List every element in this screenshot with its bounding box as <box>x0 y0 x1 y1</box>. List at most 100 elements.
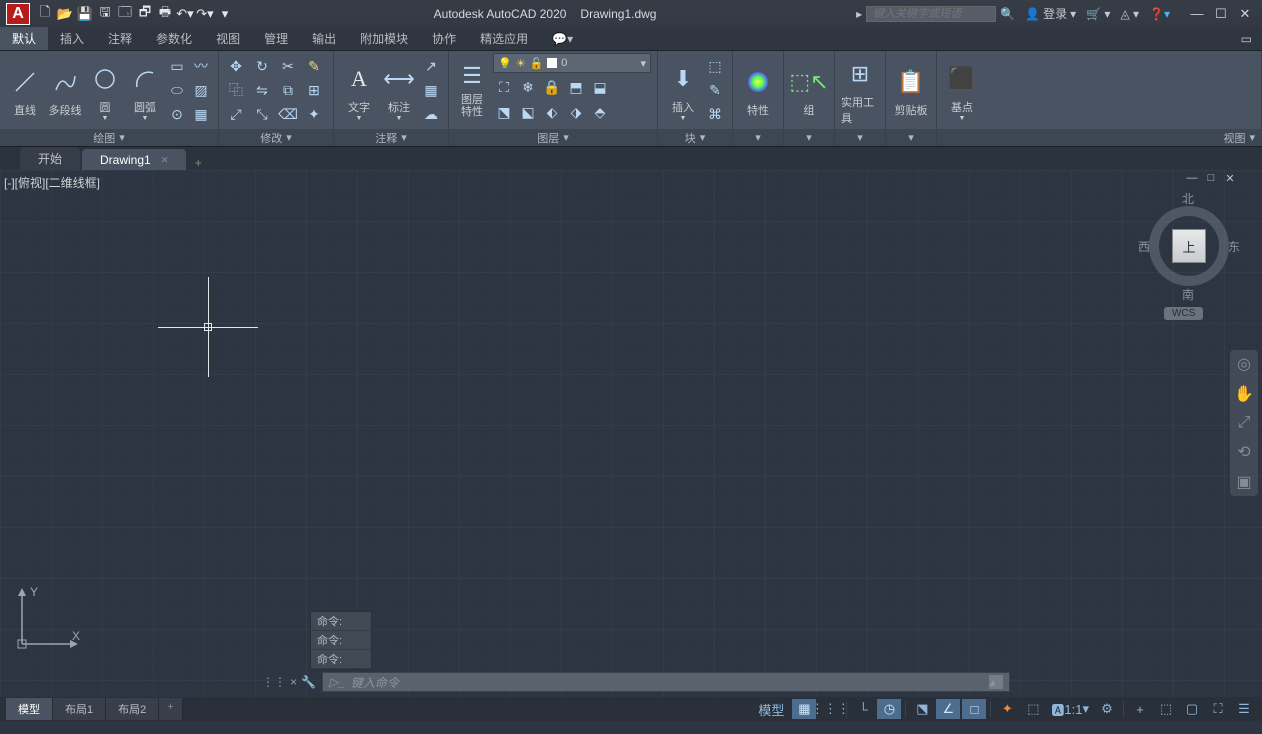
tab-annotate[interactable]: 注释 <box>96 27 144 50</box>
steering-wheel-icon[interactable]: ◎ <box>1237 354 1251 374</box>
clipboard-button[interactable]: 📋剪贴板 <box>892 54 930 126</box>
close-button[interactable]: ✕ <box>1234 5 1256 23</box>
viewcube[interactable]: 上 北 西 东 南 WCS <box>1144 190 1234 320</box>
scale-icon[interactable]: ⤡ <box>251 103 273 125</box>
line-button[interactable]: 直线 <box>6 54 44 126</box>
mirror-icon[interactable]: ⇋ <box>251 79 273 101</box>
customize-status-icon[interactable]: ☰ <box>1232 699 1256 719</box>
viewcube-east[interactable]: 东 <box>1228 238 1240 255</box>
minimize-ribbon-icon[interactable]: ▭ <box>1231 27 1262 50</box>
otrack-toggle-icon[interactable]: □ <box>962 699 986 719</box>
login-button[interactable]: 👤 登录 ▾ <box>1025 5 1076 22</box>
tab-featured[interactable]: 精选应用 <box>468 27 540 50</box>
layer-properties-button[interactable]: ☰图层 特性 <box>455 58 489 118</box>
text-button[interactable]: A文字▼ <box>340 54 378 126</box>
add-layout-button[interactable]: + <box>159 698 182 720</box>
explode-icon[interactable]: ✦ <box>303 103 325 125</box>
isodraft-icon[interactable]: ⬔ <box>910 699 934 719</box>
cart-icon[interactable]: 🛒 ▾ <box>1086 7 1110 21</box>
utilities-button[interactable]: ⊞实用工具 <box>841 54 879 126</box>
viewport-close-icon[interactable]: ✕ <box>1222 172 1238 186</box>
layer-prev-icon[interactable]: ⬖ <box>541 101 563 123</box>
layer-iso-icon[interactable]: ⬔ <box>493 101 515 123</box>
layer-match-icon[interactable]: ⬓ <box>589 76 611 98</box>
array-icon[interactable]: ⊞ <box>303 79 325 101</box>
rectangle-icon[interactable]: ▭ <box>166 55 188 77</box>
drawing-area[interactable]: [-][俯视][二维线框] — □ ✕ 上 北 西 东 南 WCS ◎ ✋ ⤢ … <box>0 170 1262 697</box>
layer-make-current-icon[interactable]: ⬒ <box>565 76 587 98</box>
layer-walk-icon[interactable]: ⬗ <box>565 101 587 123</box>
viewcube-south[interactable]: 南 <box>1182 286 1194 303</box>
viewport-maximize-icon[interactable]: □ <box>1203 172 1219 186</box>
clean-screen-icon[interactable]: ⛶ <box>1206 699 1230 719</box>
polar-toggle-icon[interactable]: ◷ <box>877 699 901 719</box>
stretch-icon[interactable]: ⤢ <box>225 103 247 125</box>
layer-uniso-icon[interactable]: ⬕ <box>517 101 539 123</box>
search-icon[interactable]: 🔍 <box>1000 7 1015 21</box>
lineweight-toggle-icon[interactable]: ✦ <box>995 699 1019 719</box>
search-input[interactable] <box>866 6 996 22</box>
viewport-minimize-icon[interactable]: — <box>1184 172 1200 186</box>
plot-icon[interactable]: 🖶 <box>156 5 174 23</box>
redo-icon[interactable]: ↷▾ <box>196 5 214 23</box>
tab-overflow-icon[interactable]: 💬▾ <box>540 27 585 50</box>
command-recent-icon[interactable]: ▴ <box>989 675 1003 689</box>
open-icon[interactable]: 📂 <box>56 5 74 23</box>
undo-icon[interactable]: ↶▾ <box>176 5 194 23</box>
cmdline-customize-icon[interactable]: 🔧 <box>301 675 316 689</box>
trim-icon[interactable]: ✂ <box>277 55 299 77</box>
layer-off-icon[interactable]: ⛶ <box>493 76 515 98</box>
rotate-icon[interactable]: ↻ <box>251 55 273 77</box>
leader-icon[interactable]: ↗ <box>420 55 442 77</box>
base-view-button[interactable]: ⬛基点▼ <box>943 54 981 126</box>
polyline-button[interactable]: 多段线 <box>46 54 84 126</box>
offset-icon[interactable]: ⧉ <box>277 79 299 101</box>
minimize-button[interactable]: — <box>1186 5 1208 23</box>
layer-lock-icon[interactable]: 🔒 <box>541 76 563 98</box>
layout2-tab[interactable]: 布局2 <box>106 698 159 720</box>
hatch-icon[interactable]: ▨ <box>190 79 212 101</box>
help-icon[interactable]: ❓▾ <box>1149 7 1170 21</box>
layer-state-icon[interactable]: ⬘ <box>589 101 611 123</box>
isolate-icon[interactable]: ⬚ <box>1154 699 1178 719</box>
save-web-icon[interactable]: 🗗 <box>136 5 154 23</box>
erase-icon[interactable]: ⌫ <box>277 103 299 125</box>
viewcube-face[interactable]: 上 <box>1172 229 1206 263</box>
group-button[interactable]: ⬚↖组 <box>790 54 828 126</box>
arc-button[interactable]: 圆弧▼ <box>126 54 164 126</box>
properties-button[interactable]: 特性 <box>739 54 777 126</box>
drawing-tab[interactable]: Drawing1× <box>82 149 186 170</box>
copy-icon[interactable]: ⿻ <box>225 79 247 101</box>
model-tab[interactable]: 模型 <box>6 698 53 720</box>
region-icon[interactable]: ▦ <box>190 103 212 125</box>
new-icon[interactable]: 🗋 <box>36 5 54 23</box>
hardware-accel-icon[interactable]: ▢ <box>1180 699 1204 719</box>
dimension-button[interactable]: ⟷标注▼ <box>380 54 418 126</box>
close-tab-icon[interactable]: × <box>161 152 169 167</box>
tab-view[interactable]: 视图 <box>204 27 252 50</box>
pan-icon[interactable]: ✋ <box>1234 384 1254 404</box>
model-space-button[interactable]: 模型 <box>752 699 790 719</box>
layer-freeze-icon[interactable]: ❄ <box>517 76 539 98</box>
ortho-toggle-icon[interactable]: └ <box>851 699 875 719</box>
qat-customize-icon[interactable]: ▾ <box>216 5 234 23</box>
tab-default[interactable]: 默认 <box>0 27 48 50</box>
search-arrow-icon[interactable]: ▸ <box>856 7 862 21</box>
create-block-icon[interactable]: ⬚ <box>704 55 726 77</box>
app-menu-icon[interactable]: A <box>6 3 30 25</box>
insert-block-button[interactable]: ⬇插入▼ <box>664 54 702 126</box>
table-icon[interactable]: ▦ <box>420 79 442 101</box>
start-tab[interactable]: 开始 <box>20 147 80 170</box>
tab-parametric[interactable]: 参数化 <box>144 27 204 50</box>
viewcube-west[interactable]: 西 <box>1138 238 1150 255</box>
osnap-toggle-icon[interactable]: ∠ <box>936 699 960 719</box>
ellipse-icon[interactable]: ⬭ <box>166 79 188 101</box>
anno-monitor-icon[interactable]: + <box>1128 699 1152 719</box>
tab-collaborate[interactable]: 协作 <box>420 27 468 50</box>
viewcube-north[interactable]: 北 <box>1182 190 1194 207</box>
tab-manage[interactable]: 管理 <box>252 27 300 50</box>
layout1-tab[interactable]: 布局1 <box>53 698 106 720</box>
showmotion-icon[interactable]: ▣ <box>1236 472 1251 492</box>
tab-addins[interactable]: 附加模块 <box>348 27 420 50</box>
move-icon[interactable]: ✥ <box>225 55 247 77</box>
